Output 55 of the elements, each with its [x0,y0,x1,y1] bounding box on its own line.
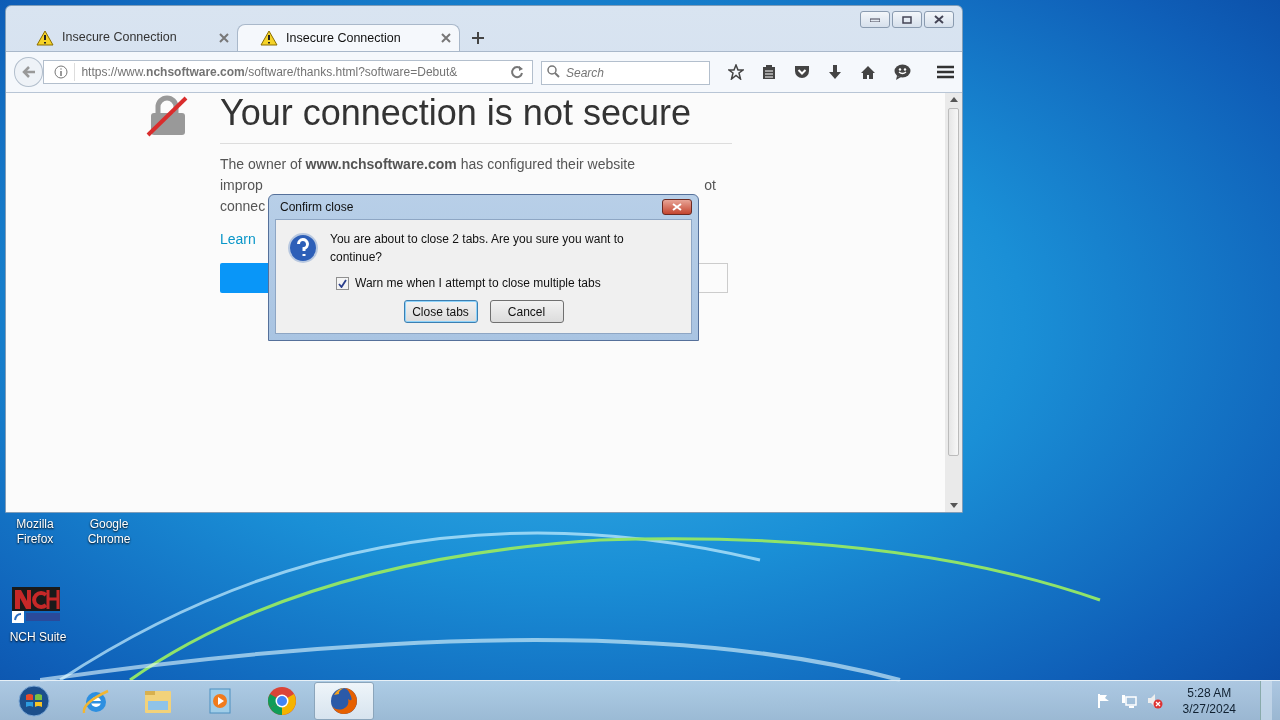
url-text: https://www.nchsoftware.com/software/thanks.html?software=Debut& [74,63,504,81]
nch-logo-icon[interactable] [12,587,60,623]
close-icon[interactable] [219,32,229,43]
close-icon[interactable] [441,33,451,43]
warn-checkbox[interactable] [336,276,349,290]
paragraph-line: The owner of www.nchsoftware.com has configured their website [220,155,635,174]
minimize-icon [870,17,880,22]
paragraph-fragment: connec [220,197,266,216]
broken-lock-icon [146,95,188,137]
browser-tab[interactable]: Insecure Connection [237,24,460,51]
star-icon[interactable] [728,64,744,80]
back-button[interactable] [14,57,44,87]
warning-icon [36,29,54,46]
start-orb-icon [18,684,50,717]
close-icon [934,15,944,24]
maximize-icon [902,15,912,24]
home-icon[interactable] [860,64,876,80]
chrome-browser-icon [266,684,298,717]
scrollbar-thumb[interactable] [948,108,959,456]
page-heading: Your connection is not secure [220,93,732,144]
clock-date[interactable]: 3/27/2024 [1182,700,1236,717]
question-icon [288,233,318,263]
clock-time[interactable]: 5:28 AM [1182,684,1236,701]
warning-icon [260,30,278,46]
scroll-down-icon[interactable] [949,503,958,508]
info-icon[interactable] [54,65,69,79]
scroll-up-icon[interactable] [949,97,958,102]
checkbox-label: Warn me when I attempt to close multiple tabs [355,275,601,292]
dialog-button[interactable]: Close tabs [403,300,478,323]
paragraph-fragment: ot [704,176,716,195]
pocket-icon[interactable] [794,65,810,79]
smiley-chat-icon[interactable] [894,64,911,80]
new-tab-icon[interactable] [472,32,484,44]
taskbar-button[interactable] [314,681,374,720]
close-icon [672,203,682,211]
speaker-muted-icon[interactable] [1146,692,1163,709]
close-button[interactable] [662,199,692,215]
search-field[interactable]: Search [541,60,710,85]
desktop-icon-label[interactable]: Google Chrome [76,517,142,547]
menu-icon[interactable] [937,65,954,79]
dialog-message: You are about to close 2 tabs. Are you sure you want to continue? [330,231,625,266]
download-icon[interactable] [828,64,842,80]
clipboard-icon[interactable] [762,64,776,80]
desktop-icon-label[interactable]: NCH Suite [3,630,73,645]
reload-icon[interactable] [510,65,524,79]
address-bar[interactable]: https://www.nchsoftware.com/software/thanks.html?software=Debut& [43,60,533,84]
minimize-button[interactable] [860,11,890,28]
dialog-button[interactable]: Cancel [489,300,564,323]
browser-tab[interactable]: Insecure Connection [14,24,237,51]
desktop-icon-label[interactable]: Mozilla Firefox [2,517,68,547]
paragraph-fragment: improp [220,176,263,195]
close-button[interactable] [924,11,954,28]
maximize-button[interactable] [892,11,922,28]
dialog-title: Confirm close [280,199,354,216]
back-arrow-icon [21,66,36,78]
